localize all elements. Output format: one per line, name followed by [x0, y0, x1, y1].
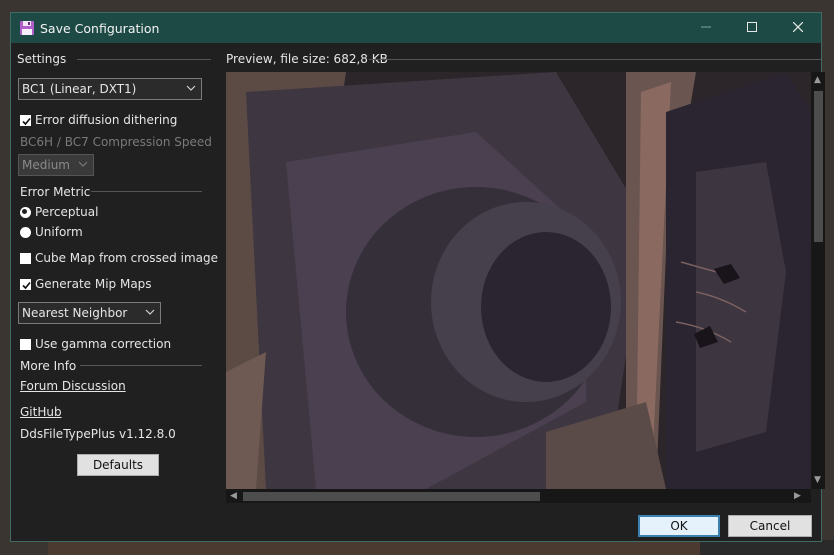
- error-diffusion-label: Error diffusion dithering: [35, 113, 178, 127]
- preview-vertical-scrollbar[interactable]: ▲ ▼: [811, 72, 825, 489]
- chevron-down-icon: [77, 157, 89, 171]
- ok-button[interactable]: OK: [638, 515, 720, 537]
- compression-speed-label: BC6H / BC7 Compression Speed: [20, 135, 212, 149]
- metric-uniform-label: Uniform: [35, 225, 83, 239]
- checkbox-checked-icon: [20, 114, 31, 126]
- preview-label: Preview, file size: 682,8 KB: [226, 52, 388, 66]
- gamma-correction-label: Use gamma correction: [35, 337, 172, 351]
- texture-preview-image: [226, 72, 811, 489]
- texture-preview[interactable]: [226, 72, 811, 489]
- metric-perceptual-label: Perceptual: [35, 205, 99, 219]
- checkbox-checked-icon: [20, 278, 31, 290]
- defaults-button[interactable]: Defaults: [77, 454, 159, 476]
- generate-mip-maps-checkbox[interactable]: Generate Mip Maps: [20, 277, 152, 291]
- metric-uniform-radio[interactable]: Uniform: [20, 225, 83, 239]
- chevron-down-icon: [185, 81, 197, 95]
- compression-speed-divider: [197, 142, 202, 143]
- maximize-icon: [747, 21, 757, 35]
- radio-unselected-icon: [20, 226, 31, 238]
- settings-divider: [77, 59, 211, 60]
- version-label: DdsFileTypePlus v1.12.8.0: [20, 427, 176, 441]
- format-select-value: BC1 (Linear, DXT1): [22, 82, 137, 96]
- close-button[interactable]: [775, 13, 821, 43]
- cancel-button[interactable]: Cancel: [728, 515, 812, 537]
- forum-discussion-link[interactable]: Forum Discussion: [20, 379, 126, 393]
- horizontal-scroll-thumb[interactable]: [243, 492, 540, 501]
- generate-mip-maps-label: Generate Mip Maps: [35, 277, 152, 291]
- compression-speed-select: Medium: [18, 154, 94, 176]
- cube-map-checkbox[interactable]: Cube Map from crossed image: [20, 251, 218, 265]
- error-diffusion-checkbox[interactable]: Error diffusion dithering: [20, 113, 177, 127]
- scroll-right-icon[interactable]: ▶: [794, 492, 801, 501]
- close-icon: [792, 21, 804, 35]
- mip-filter-value: Nearest Neighbor: [22, 306, 128, 320]
- vertical-scroll-thumb[interactable]: [814, 91, 823, 242]
- github-link[interactable]: GitHub: [20, 405, 62, 419]
- title-bar[interactable]: Save Configuration: [11, 13, 821, 43]
- settings-group-label: Settings: [17, 52, 67, 66]
- compression-speed-value: Medium: [22, 158, 70, 172]
- minimize-button[interactable]: [683, 13, 729, 43]
- preview-horizontal-scrollbar[interactable]: ◀ ▶: [226, 489, 811, 503]
- preview-divider: [369, 59, 821, 60]
- mip-filter-select[interactable]: Nearest Neighbor: [18, 302, 161, 324]
- maximize-button[interactable]: [729, 13, 775, 43]
- minimize-icon: [701, 21, 711, 35]
- scroll-left-icon[interactable]: ◀: [230, 492, 237, 501]
- checkbox-unchecked-icon: [20, 252, 31, 264]
- window-title: Save Configuration: [40, 21, 160, 36]
- radio-selected-icon: [20, 206, 31, 218]
- format-select[interactable]: BC1 (Linear, DXT1): [18, 78, 202, 100]
- more-info-label: More Info: [20, 359, 77, 373]
- chevron-down-icon: [144, 305, 156, 319]
- background-app-strip-dark: [700, 540, 834, 555]
- gamma-correction-checkbox[interactable]: Use gamma correction: [20, 337, 171, 351]
- more-info-divider: [80, 365, 202, 366]
- checkbox-unchecked-icon: [20, 338, 31, 350]
- floppy-disk-icon: [19, 20, 35, 36]
- error-metric-label: Error Metric: [20, 185, 91, 199]
- scroll-down-icon[interactable]: ▼: [814, 476, 821, 485]
- metric-perceptual-radio[interactable]: Perceptual: [20, 205, 98, 219]
- save-configuration-dialog: Save Configuration Settings BC1 (Linear,…: [10, 12, 825, 542]
- error-metric-divider: [91, 191, 202, 192]
- scroll-up-icon[interactable]: ▲: [814, 76, 821, 85]
- background-app-strip: [48, 540, 700, 555]
- cube-map-label: Cube Map from crossed image: [35, 251, 218, 265]
